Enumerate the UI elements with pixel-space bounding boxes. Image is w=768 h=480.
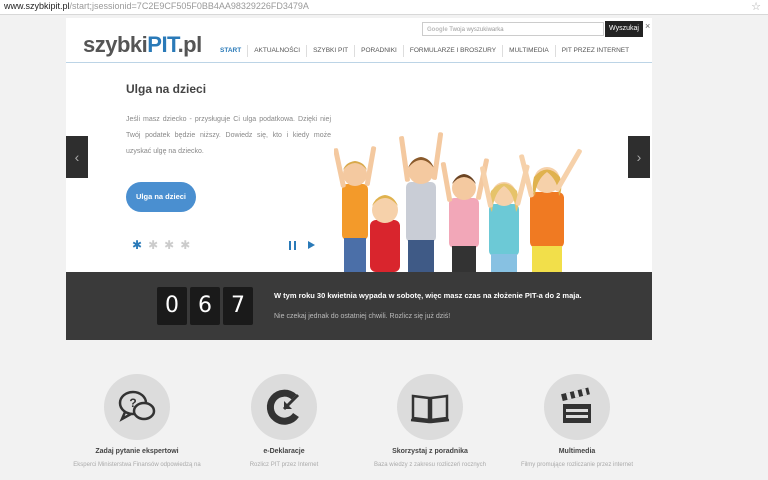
book-icon [410, 394, 450, 424]
feature-desc: Filmy promujące rozliczanie przez intern… [520, 462, 634, 468]
hero-title: Ulga na dzieci [126, 82, 207, 96]
feature-title: Zadaj pytanie ekspertowi [95, 448, 179, 455]
slider-dots: ✱ ✱ ✱ ✱ [132, 239, 190, 251]
feature-ask-expert[interactable]: ? Zadaj pytanie ekspertowi Eksperci Mini… [67, 374, 207, 468]
google-brand: Google [427, 27, 448, 33]
hero-cta-button[interactable]: Ulga na dzieci [126, 182, 196, 212]
nav-divider [66, 62, 652, 63]
url-path: /start;jsessionid=7C2E9CF505F0BB4AA98329… [69, 1, 309, 11]
logo-part-pit: PIT [147, 32, 178, 57]
play-icon[interactable] [308, 241, 315, 249]
nav-item-multimedia[interactable]: MULTIMEDIA [502, 45, 555, 57]
svg-text:?: ? [129, 396, 136, 410]
countdown-digit-2: 6 [190, 287, 220, 325]
countdown-sub-text: Nie czekaj jednak do ostatniej chwili. R… [274, 313, 451, 320]
url-text[interactable]: www.szybkipit.pl/start;jsessionid=7C2E9C… [4, 1, 309, 11]
feature-poradnik[interactable]: Skorzystaj z poradnika Baza wiedzy z zak… [360, 374, 500, 468]
slider-next-arrow-icon[interactable]: › [628, 136, 650, 178]
search-placeholder: Twoja wyszukiwarka [449, 27, 504, 33]
logo-part-pl: .pl [177, 32, 203, 57]
feature-circle [544, 374, 610, 440]
cheering-kids-image [334, 132, 582, 272]
search-input[interactable]: Google Twoja wyszukiwarka [422, 22, 604, 36]
feature-title: Multimedia [558, 448, 596, 455]
site-logo[interactable]: szybkiPIT.pl [83, 32, 202, 58]
slider-dot-4-icon[interactable]: ✱ [180, 239, 190, 251]
feature-circle [251, 374, 317, 440]
countdown-digit-1: 0 [157, 287, 187, 325]
nav-item-formularze[interactable]: FORMULARZE I BROSZURY [402, 45, 502, 57]
nav-item-poradniki[interactable]: PORADNIKI [354, 45, 403, 57]
countdown-band: 0 6 7 W tym roku 30 kwietnia wypada w so… [66, 272, 652, 340]
slider-dot-1-icon[interactable]: ✱ [132, 239, 142, 251]
feature-desc: Rozlicz PIT przez Internet [249, 462, 319, 468]
feature-circle [397, 374, 463, 440]
e-deklaracje-icon [266, 389, 300, 425]
slider-dot-2-icon[interactable]: ✱ [148, 239, 158, 251]
pause-icon[interactable] [289, 241, 296, 250]
feature-desc: Eksperci Ministerstwa Finansów odpowiedz… [73, 462, 201, 468]
feature-desc: Baza wiedzy z zakresu rozliczeń rocznych [373, 462, 487, 468]
logo-part-szybki: szybki [83, 32, 148, 57]
feature-title: Skorzystaj z poradnika [392, 448, 468, 455]
feature-title: e-Deklaracje [263, 448, 305, 455]
close-icon[interactable]: × [645, 21, 650, 31]
page-container: szybkiPIT.pl Google Twoja wyszukiwarka W… [66, 18, 652, 340]
nav-item-pit-przez-internet[interactable]: PIT PRZEZ INTERNET [554, 45, 635, 57]
slider-dot-3-icon[interactable]: ✱ [164, 239, 174, 251]
countdown-digit-3: 7 [223, 287, 253, 325]
hero-slider: ‹ › Ulga na dzieci Jeśli masz dziecko - … [66, 64, 652, 272]
url-host: www.szybkipit.pl [4, 1, 70, 11]
slider-prev-arrow-icon[interactable]: ‹ [66, 136, 88, 178]
nav-item-start[interactable]: START [214, 45, 247, 57]
nav-item-szybki-pit[interactable]: SZYBKI PIT [306, 45, 354, 57]
browser-url-bar[interactable]: www.szybkipit.pl/start;jsessionid=7C2E9C… [0, 0, 768, 15]
nav-item-aktualnosci[interactable]: AKTUALNOŚCI [247, 45, 306, 57]
countdown-main-text: W tym roku 30 kwietnia wypada w sobotę, … [274, 291, 582, 300]
feature-multimedia[interactable]: Multimedia Filmy promujące rozliczanie p… [507, 374, 647, 468]
search-button[interactable]: Wyszukaj [605, 21, 643, 37]
feature-circle: ? [104, 374, 170, 440]
bookmark-star-icon[interactable]: ☆ [751, 0, 761, 13]
hero-text: Jeśli masz dziecko - przysługuje Ci ulga… [126, 116, 331, 155]
feature-e-deklaracje[interactable]: e-Deklaracje Rozlicz PIT przez Internet [214, 374, 354, 468]
chat-bubbles-icon: ? [118, 390, 156, 422]
main-nav: START AKTUALNOŚCI SZYBKI PIT PORADNIKI F… [214, 45, 635, 57]
clapperboard-icon [561, 387, 591, 423]
